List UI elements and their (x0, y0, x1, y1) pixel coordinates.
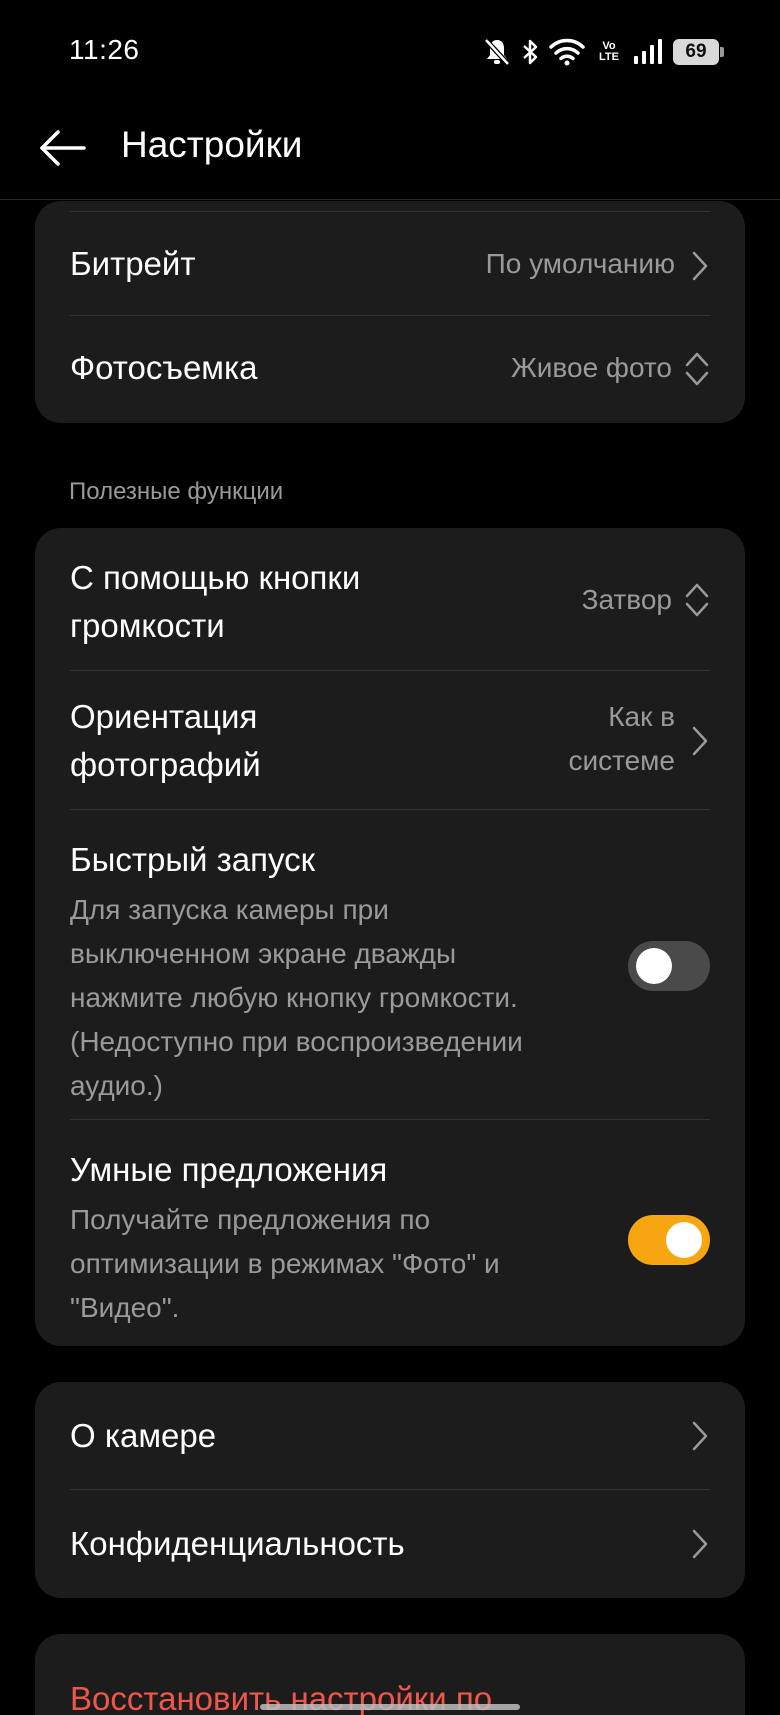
about-camera-row[interactable]: О камере (70, 1382, 710, 1490)
quick-launch-description: Для запуска камеры при выключенном экран… (70, 888, 610, 1108)
photo-mode-value: Живое фото (510, 352, 672, 383)
privacy-row[interactable]: Конфиденциальность (70, 1490, 710, 1598)
smart-suggestions-title: Умные предложения (70, 1151, 388, 1188)
toggle-knob (636, 948, 672, 984)
page-title: Настройки (121, 124, 303, 165)
signal-icon (633, 38, 663, 66)
quick-launch-desc-line: выключенном экране дважды (70, 938, 457, 969)
about-camera-label: О камере (70, 1417, 217, 1454)
app-bar: Настройки (0, 100, 780, 200)
orientation-value-2: системе (568, 745, 675, 776)
chevron-right-icon (690, 725, 710, 762)
toggle-knob (666, 1222, 702, 1258)
quick-launch-toggle[interactable] (628, 941, 710, 991)
orientation-label-2: фотографий (70, 746, 261, 783)
chevron-right-icon (690, 1420, 710, 1457)
camera-settings-screen: 11:26 Vo LTE 69 Настройки Битрейт По умо… (0, 0, 780, 1715)
bluetooth-icon (521, 37, 539, 67)
useful-functions-card: С помощью кнопки громкости Затвор Ориент… (35, 528, 745, 1346)
smart-suggestions-description: Получайте предложения по оптимизации в р… (70, 1198, 610, 1330)
volume-button-label-1: С помощью кнопки (70, 559, 361, 596)
status-bar: 11:26 Vo LTE 69 (0, 0, 780, 100)
wifi-icon (549, 38, 585, 66)
quick-launch-row: Быстрый запуск Для запуска камеры при вы… (70, 810, 710, 1120)
reset-settings-row[interactable]: Восстановить настройки по (70, 1634, 710, 1715)
chevron-right-icon (690, 250, 710, 287)
smart-suggestions-row: Умные предложения Получайте предложения … (70, 1120, 710, 1346)
back-button[interactable] (30, 118, 94, 182)
photo-mode-label: Фотосъемка (70, 349, 258, 386)
smart-suggestions-toggle[interactable] (628, 1215, 710, 1265)
volume-button-row[interactable]: С помощью кнопки громкости Затвор (70, 528, 710, 671)
photo-mode-row[interactable]: Фотосъемка Живое фото (70, 316, 710, 422)
mute-icon (483, 37, 511, 67)
up-down-chevron-icon (684, 350, 710, 393)
volume-button-label-2: громкости (70, 607, 225, 644)
orientation-value-1: Как в (608, 701, 675, 732)
reset-card: Восстановить настройки по (35, 1634, 745, 1715)
quick-launch-desc-line: нажмите любую кнопку громкости. (70, 982, 518, 1013)
quick-launch-desc-line: Для запуска камеры при (70, 894, 389, 925)
battery-level: 69 (685, 41, 707, 62)
home-indicator[interactable] (260, 1704, 520, 1710)
privacy-label: Конфиденциальность (70, 1525, 405, 1562)
video-settings-card: Битрейт По умолчанию Фотосъемка Живое фо… (35, 201, 745, 423)
orientation-label-1: Ориентация (70, 698, 258, 735)
smart-suggestions-desc-line: оптимизации в режимах "Фото" и (70, 1248, 500, 1279)
quick-launch-desc-line: (Недоступно при воспроизведении (70, 1026, 523, 1057)
up-down-chevron-icon (684, 581, 710, 624)
chevron-right-icon (690, 1528, 710, 1565)
smart-suggestions-desc-line: "Видео". (70, 1292, 180, 1323)
quick-launch-title: Быстрый запуск (70, 841, 316, 878)
bitrate-label: Битрейт (70, 245, 196, 282)
volume-button-value: Затвор (581, 584, 672, 615)
smart-suggestions-desc-line: Получайте предложения по (70, 1204, 431, 1235)
battery-icon: 69 (673, 39, 724, 65)
status-icons: Vo LTE 69 (483, 34, 724, 70)
photo-orientation-row[interactable]: Ориентация фотографий Как в системе (70, 671, 710, 810)
quick-launch-desc-line: аудио.) (70, 1070, 163, 1101)
bitrate-row[interactable]: Битрейт По умолчанию (70, 212, 710, 316)
volte-icon: Vo LTE (595, 41, 623, 63)
about-card: О камере Конфиденциальность (35, 1382, 745, 1598)
status-time: 11:26 (69, 34, 140, 65)
volte-bottom-label: LTE (599, 51, 619, 63)
bitrate-value: По умолчанию (485, 248, 675, 279)
section-label-useful: Полезные функции (69, 478, 284, 505)
arrow-left-icon (38, 128, 86, 173)
